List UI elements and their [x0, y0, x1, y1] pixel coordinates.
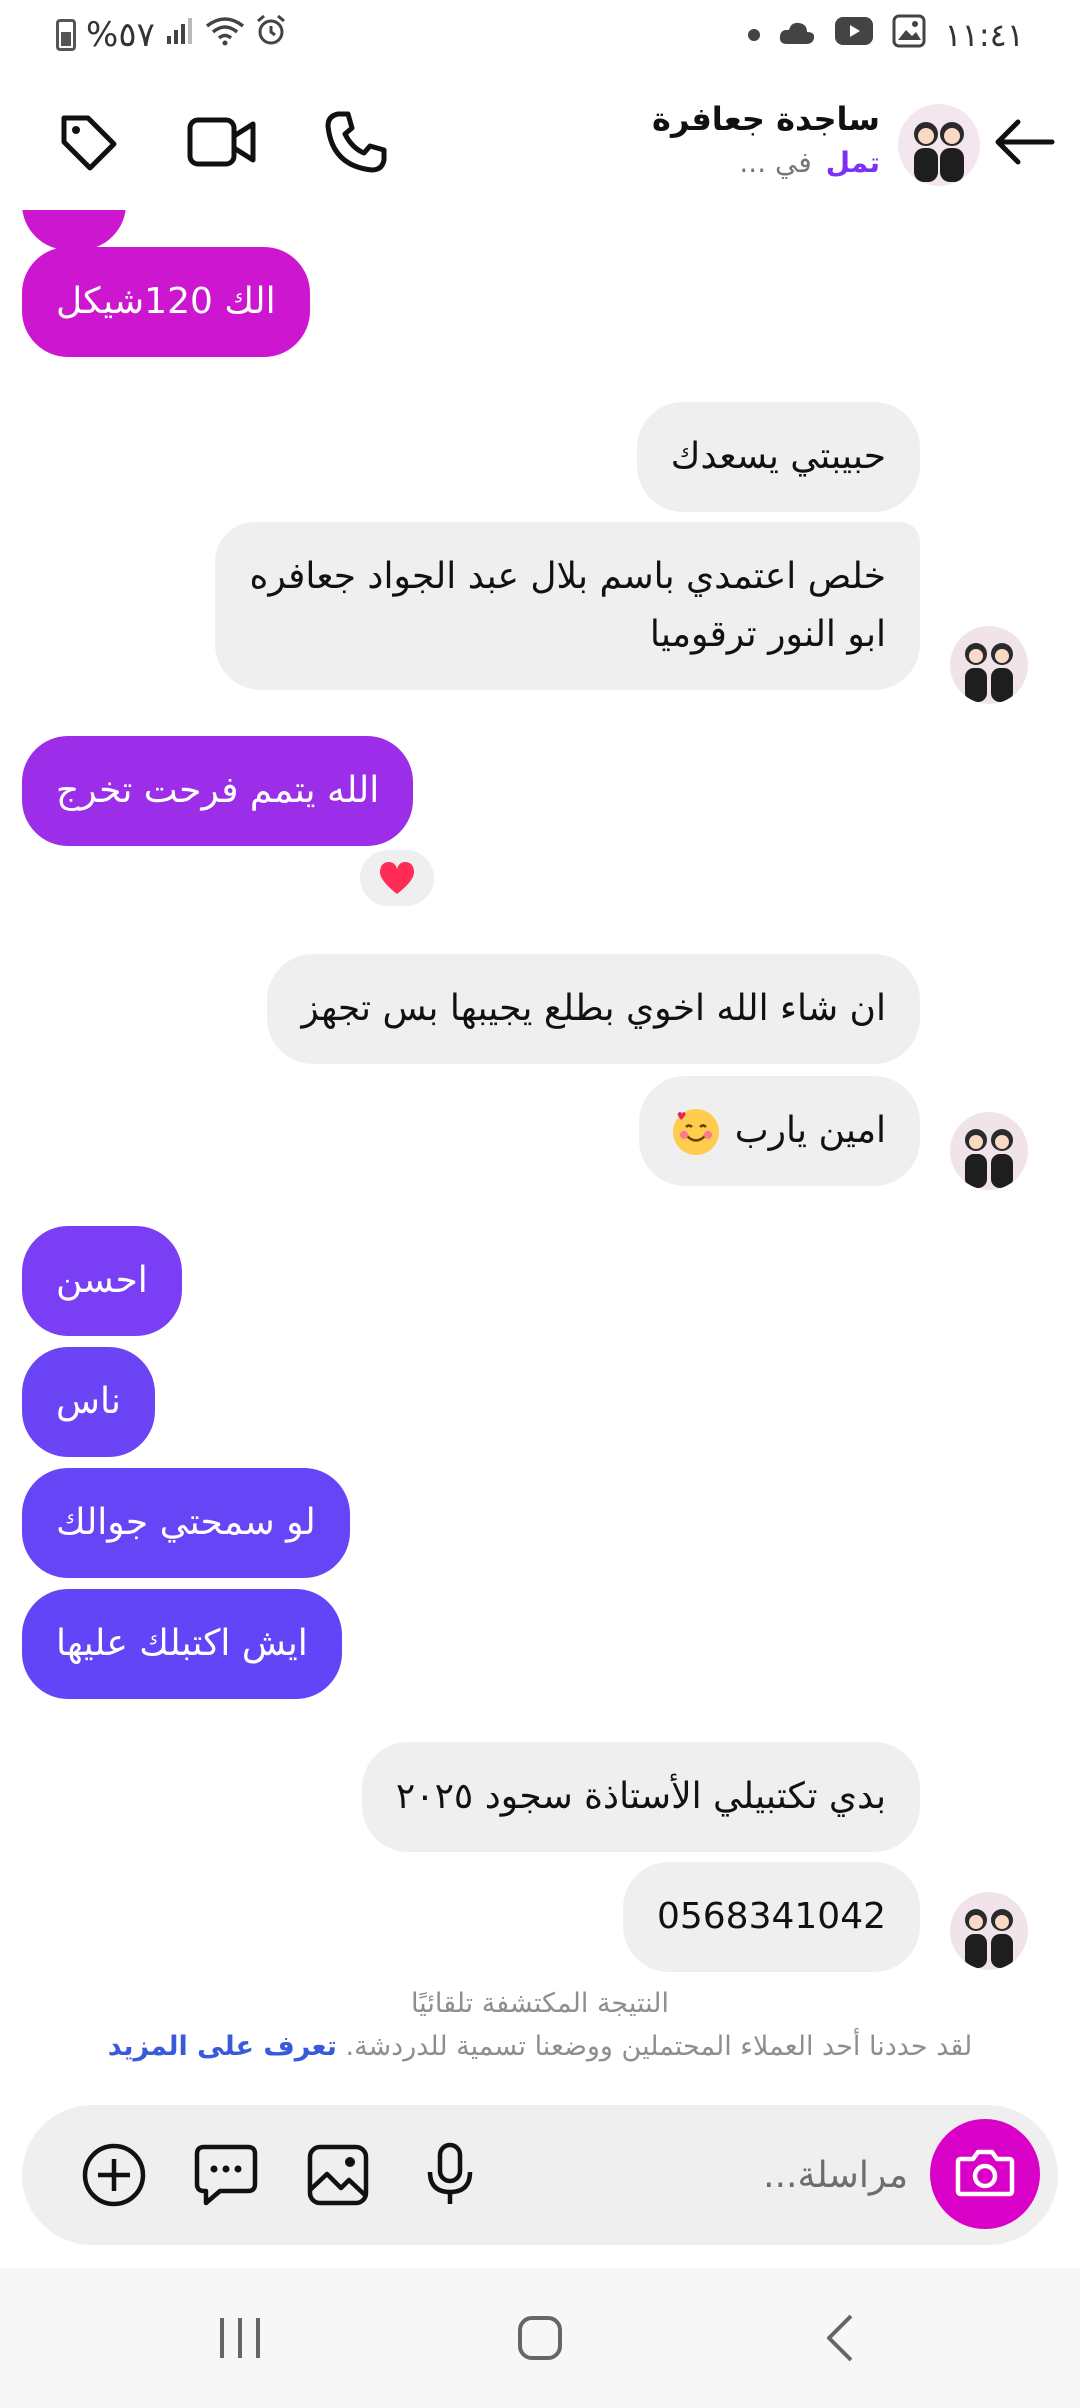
- chat-header: ساجدة جعافرة تمل في ...: [0, 80, 1080, 210]
- message-composer: [22, 2105, 1058, 2245]
- signal-icon: [165, 15, 195, 55]
- camera-button[interactable]: [930, 2119, 1040, 2229]
- phone-icon[interactable]: [316, 102, 396, 182]
- learn-more-link[interactable]: تعرف على المزيد: [108, 2031, 337, 2062]
- recents-icon[interactable]: [200, 2308, 280, 2368]
- status-bar: %٥٧ ١١:٤١: [0, 0, 1080, 72]
- battery-icon: [56, 18, 76, 51]
- sender-avatar[interactable]: [950, 1112, 1028, 1190]
- message-bubble-outgoing[interactable]: الك 120شيكل: [22, 247, 310, 357]
- message-bubble-outgoing[interactable]: لو سمحتي جوالك: [22, 1468, 350, 1578]
- wifi-icon: [205, 15, 245, 55]
- chat-label: تمل: [825, 146, 880, 179]
- video-camera-icon[interactable]: [182, 102, 262, 182]
- back-arrow-icon[interactable]: [984, 102, 1064, 182]
- message-bubble-incoming[interactable]: خلص اعتمدي باسم بلال عبد الجواد جعافره ا…: [215, 522, 920, 690]
- auto-detected-notice: النتيجة المكتشفة تلقائيًا لقد حددنا أحد …: [0, 1988, 1080, 2062]
- message-list[interactable]: الك 120شيكل حبيبتي يسعدك خلص اعتمدي باسم…: [0, 210, 1080, 2050]
- message-bubble-incoming[interactable]: 0568341042: [622, 1862, 920, 1972]
- contact-status: في ...: [739, 146, 812, 179]
- gallery-icon[interactable]: [298, 2135, 378, 2215]
- notice-title: النتيجة المكتشفة تلقائيًا: [410, 1988, 670, 2019]
- plus-icon[interactable]: [74, 2135, 154, 2215]
- notice-body: لقد حددنا أحد العملاء المحتملين ووضعنا ت…: [107, 2031, 973, 2062]
- notification-dot-icon: [748, 29, 761, 41]
- message-bubble-incoming[interactable]: امين يارب: [639, 1076, 920, 1186]
- system-navigation-bar: [0, 2268, 1080, 2408]
- camera-icon: [955, 2147, 1015, 2201]
- message-bubble-cutoff[interactable]: [22, 210, 126, 250]
- message-bubble-incoming[interactable]: ان شاء الله اخوي بطلع يجيبها بس تجهز: [267, 954, 920, 1064]
- microphone-icon[interactable]: [410, 2135, 490, 2215]
- cloud-icon: [778, 16, 816, 54]
- nav-back-icon[interactable]: [800, 2308, 880, 2368]
- contact-info[interactable]: ساجدة جعافرة تمل في ...: [652, 100, 880, 179]
- sender-avatar[interactable]: [950, 626, 1028, 704]
- message-input[interactable]: [488, 2145, 908, 2205]
- contact-name: ساجدة جعافرة: [652, 100, 880, 138]
- contact-subline: تمل في ...: [652, 146, 880, 179]
- home-icon[interactable]: [500, 2308, 580, 2368]
- battery-level: %٥٧: [86, 14, 155, 55]
- message-bubble-outgoing[interactable]: الله يتمم فرحت تخرج: [22, 736, 414, 846]
- contact-avatar[interactable]: [898, 104, 980, 186]
- clock-time: ١١:٤١: [944, 16, 1024, 54]
- gallery-notification-icon: [892, 14, 926, 56]
- message-bubble-incoming[interactable]: بدي تكتبيلي الأستاذة سجود ٢٠٢٥: [361, 1742, 920, 1852]
- message-bubble-outgoing[interactable]: احسن: [22, 1226, 182, 1336]
- smiling-face-with-hearts-icon: [673, 1109, 720, 1155]
- status-right: ١١:٤١: [748, 14, 1024, 56]
- message-bubble-outgoing[interactable]: ناس: [22, 1347, 155, 1457]
- message-bubble-incoming[interactable]: حبيبتي يسعدك: [636, 402, 920, 512]
- youtube-icon: [834, 16, 874, 54]
- reaction-heart-icon[interactable]: [356, 846, 438, 910]
- message-bubble-outgoing[interactable]: ايش اكتبلك عليها: [22, 1589, 342, 1699]
- sticker-icon[interactable]: [186, 2135, 266, 2215]
- tag-icon[interactable]: [48, 102, 128, 182]
- status-left: %٥٧: [56, 14, 287, 55]
- sender-avatar[interactable]: [950, 1892, 1028, 1970]
- alarm-icon: [255, 14, 287, 55]
